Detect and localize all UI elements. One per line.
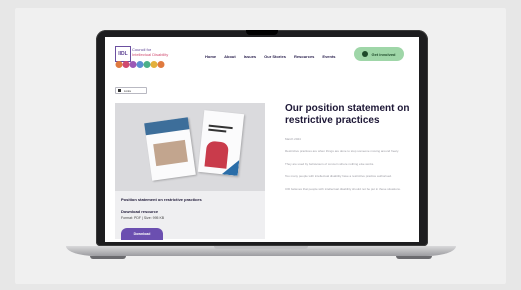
nav-home[interactable]: Home [205, 54, 216, 59]
site-logo[interactable]: IIDL Council for Intellectual Disability [115, 46, 197, 68]
share-toolbar[interactable]: Links [115, 87, 147, 94]
resource-card: Position statement on restrictive practi… [115, 103, 265, 240]
nav-events[interactable]: Events [322, 54, 335, 59]
laptop-opening-lip [214, 246, 308, 249]
laptop-lid: IIDL Council for Intellectual Disability… [96, 30, 428, 246]
laptop-foot-right [396, 256, 432, 259]
article-paragraph: They are used by behaviours of concern w… [285, 161, 375, 166]
document-cover-2 [197, 110, 245, 176]
logo-mark: IIDL [115, 46, 131, 62]
logo-swoosh-icon [115, 61, 165, 68]
person-icon [362, 51, 369, 57]
article-paragraph: Restrictive practices are when things ar… [285, 149, 400, 153]
article: Our position statement on restrictive pr… [285, 103, 411, 191]
toolbar-label: Links [124, 88, 132, 93]
laptop-foot-left [90, 256, 126, 259]
article-date: March 2024 [285, 137, 301, 141]
nav-our-stories[interactable]: Our Stories [264, 54, 286, 59]
get-involved-button[interactable]: Get involved [354, 47, 404, 61]
nav-resources[interactable]: Resources [294, 54, 314, 59]
resource-subtitle: Download resource [121, 209, 159, 214]
article-paragraph: Too many people with intellectual disabi… [285, 174, 392, 178]
laptop-screen: IIDL Council for Intellectual Disability… [105, 37, 419, 242]
link-icon [118, 89, 121, 92]
get-involved-label: Get involved [371, 51, 396, 57]
article-paragraph: CID believes that people with intellectu… [285, 186, 401, 191]
main-nav: Home About Issues Our Stories Resources … [205, 54, 336, 59]
document-cover-1 [144, 117, 196, 181]
resource-preview-image [115, 103, 265, 191]
download-button[interactable]: Download [121, 228, 163, 240]
resource-meta: Format: PDF | Size: 995 KB [121, 216, 165, 220]
logo-line-2: Intellectual Disability [132, 52, 169, 57]
nav-issues[interactable]: Issues [244, 54, 256, 59]
article-title: Our position statement on restrictive pr… [285, 103, 410, 126]
camera-notch [246, 30, 278, 35]
resource-title: Position statement on restrictive practi… [121, 197, 202, 202]
nav-about[interactable]: About [224, 54, 236, 59]
site-header: IIDL Council for Intellectual Disability… [105, 37, 419, 75]
